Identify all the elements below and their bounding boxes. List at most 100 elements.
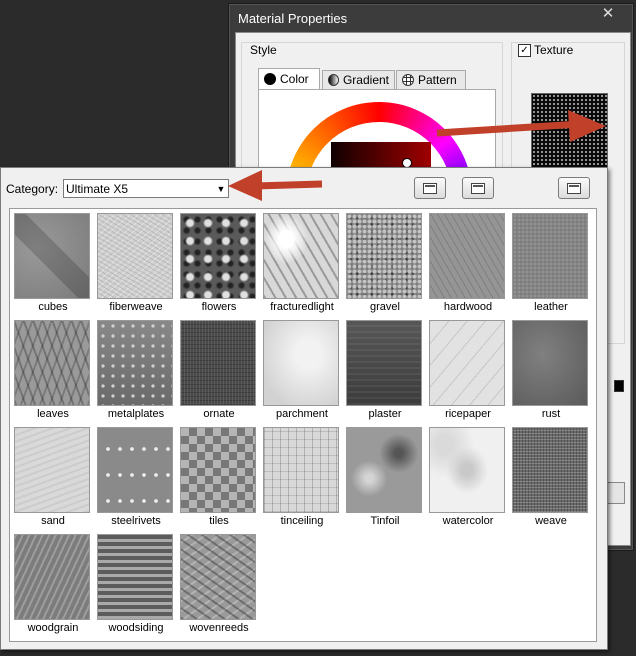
texture-swatch [346, 320, 422, 406]
texture-tile[interactable]: ornate [178, 318, 260, 422]
picker-toolbar-button-2[interactable] [462, 177, 494, 199]
texture-swatch [97, 320, 173, 406]
texture-name: tinceiling [280, 515, 324, 527]
texture-picker-popup: Category: Ultimate X5 ▼ cubes fiberweave f… [0, 167, 608, 650]
texture-name: Tinfoil [370, 515, 400, 527]
texture-name: sand [41, 515, 65, 527]
texture-tile[interactable]: woodgrain [12, 532, 94, 636]
texture-tile[interactable]: parchment [261, 318, 343, 422]
texture-tile[interactable]: sand [12, 425, 94, 529]
tab-pattern[interactable]: Pattern [396, 70, 466, 89]
texture-swatch [14, 534, 90, 620]
texture-name: parchment [276, 408, 328, 420]
texture-swatch [429, 213, 505, 299]
texture-tile[interactable]: cubes [12, 211, 94, 315]
texture-tile[interactable]: tinceiling [261, 425, 343, 529]
texture-tile[interactable]: fracturedlight [261, 211, 343, 315]
tab-gradient[interactable]: Gradient [322, 70, 395, 89]
texture-swatch [97, 534, 173, 620]
texture-name: ricepaper [445, 408, 491, 420]
texture-name: hardwood [443, 301, 493, 313]
texture-tile[interactable]: leather [510, 211, 592, 315]
texture-swatch [97, 427, 173, 513]
texture-checkbox[interactable]: ✓ [518, 43, 531, 57]
texture-tile[interactable]: watercolor [427, 425, 509, 529]
tab-pattern-label: Pattern [418, 73, 457, 87]
texture-swatch [97, 213, 173, 299]
texture-name: fiberweave [109, 301, 163, 313]
window-icon [423, 182, 437, 194]
texture-swatch [180, 320, 256, 406]
chevron-down-icon[interactable]: ▼ [214, 184, 228, 194]
grid-view-icon [567, 182, 581, 194]
folder-icon [471, 182, 485, 194]
texture-swatch [346, 427, 422, 513]
close-icon[interactable]: ✕ [589, 4, 627, 24]
texture-name: fracturedlight [270, 301, 334, 313]
picker-toolbar-button-1[interactable] [414, 177, 446, 199]
texture-swatch [429, 320, 505, 406]
texture-name: rust [541, 408, 561, 420]
category-value: Ultimate X5 [66, 181, 129, 196]
texture-swatch [180, 213, 256, 299]
texture-swatch [14, 427, 90, 513]
texture-swatch [180, 427, 256, 513]
texture-swatch [512, 427, 588, 513]
texture-tile[interactable]: flowers [178, 211, 260, 315]
tab-gradient-label: Gradient [342, 73, 389, 87]
category-label: Category: [6, 182, 59, 196]
texture-tile[interactable]: rust [510, 318, 592, 422]
tab-color-label: Color [280, 72, 309, 86]
gradient-circle-icon [328, 74, 339, 86]
texture-swatch [14, 213, 90, 299]
texture-name: gravel [370, 301, 400, 313]
texture-grid: cubes fiberweave flowers fracturedlight grav… [9, 208, 597, 642]
texture-tile[interactable]: Tinfoil [344, 425, 426, 529]
texture-name: cubes [38, 301, 68, 313]
texture-swatch [512, 320, 588, 406]
texture-tile[interactable]: weave [510, 425, 592, 529]
texture-name: ornate [203, 408, 235, 420]
texture-name: leaves [37, 408, 69, 420]
texture-tile[interactable]: steelrivets [95, 425, 177, 529]
picker-toolbar-button-3[interactable] [558, 177, 590, 199]
texture-swatch [263, 320, 339, 406]
texture-name: steelrivets [111, 515, 161, 527]
category-dropdown[interactable]: Ultimate X5 ▼ [63, 179, 229, 198]
texture-swatch [346, 213, 422, 299]
texture-tile[interactable]: gravel [344, 211, 426, 315]
texture-name: metalplates [107, 408, 165, 420]
texture-name: watercolor [442, 515, 494, 527]
texture-name: woodsiding [108, 622, 164, 634]
texture-tile[interactable]: ricepaper [427, 318, 509, 422]
pattern-globe-icon [402, 74, 414, 86]
texture-preview [531, 93, 608, 170]
texture-name: woodgrain [27, 622, 79, 634]
texture-tile[interactable]: wovenreeds [178, 532, 260, 636]
value-field[interactable] [614, 380, 624, 392]
texture-tile[interactable]: leaves [12, 318, 94, 422]
texture-tile[interactable]: fiberweave [95, 211, 177, 315]
style-group-label: Style [248, 43, 279, 57]
texture-name: plaster [368, 408, 402, 420]
texture-swatch [429, 427, 505, 513]
texture-name: leather [534, 301, 568, 313]
texture-swatch [14, 320, 90, 406]
window-title: Material Properties [238, 11, 348, 26]
texture-name: tiles [209, 515, 229, 527]
tab-color[interactable]: Color [258, 68, 320, 89]
texture-tile[interactable]: metalplates [95, 318, 177, 422]
texture-tile[interactable]: hardwood [427, 211, 509, 315]
texture-swatch [512, 213, 588, 299]
texture-swatch [263, 427, 339, 513]
texture-tile[interactable]: tiles [178, 425, 260, 529]
texture-name: wovenreeds [189, 622, 249, 634]
texture-name: weave [535, 515, 567, 527]
color-circle-icon [264, 73, 276, 85]
texture-name: flowers [201, 301, 237, 313]
texture-checkbox-row[interactable]: ✓ Texture [516, 43, 576, 57]
texture-checkbox-label: Texture [534, 43, 574, 57]
texture-swatch [180, 534, 256, 620]
texture-tile[interactable]: woodsiding [95, 532, 177, 636]
texture-tile[interactable]: plaster [344, 318, 426, 422]
